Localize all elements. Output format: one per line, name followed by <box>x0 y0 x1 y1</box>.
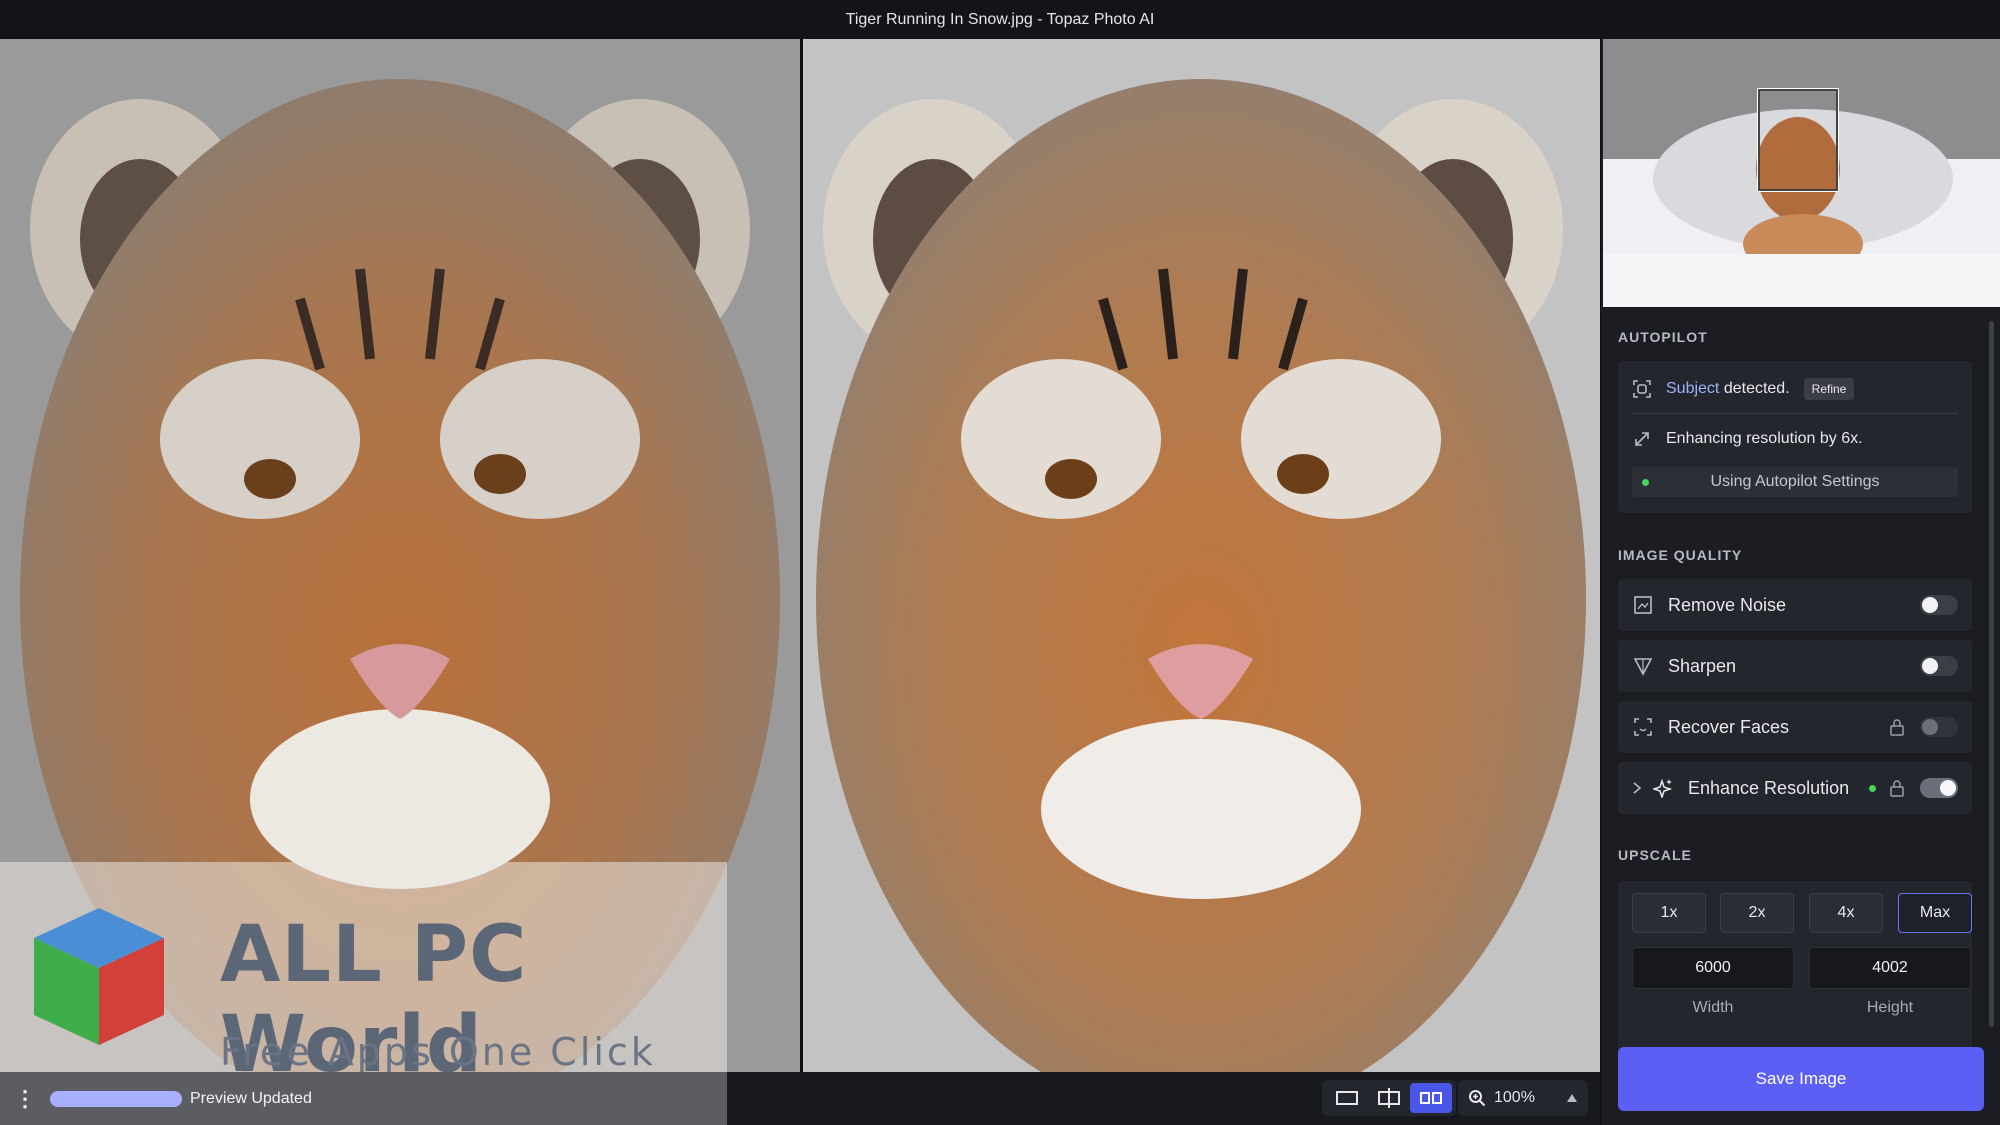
upscale-max-button[interactable]: Max <box>1898 893 1972 933</box>
split-view-button[interactable] <box>1368 1083 1410 1113</box>
autopilot-card: Subject detected. Refine Enhancing resol… <box>1618 361 1972 513</box>
upscale-1x-button[interactable]: 1x <box>1632 893 1706 933</box>
navigator-thumbnail[interactable] <box>1603 39 2000 307</box>
width-label: Width <box>1692 999 1734 1016</box>
recover-faces-toggle[interactable] <box>1920 717 1958 737</box>
navigator-viewport-frame[interactable] <box>1758 89 1838 191</box>
sharpen-toggle[interactable] <box>1920 656 1958 676</box>
single-view-button[interactable] <box>1326 1083 1368 1113</box>
autopilot-settings-label: Using Autopilot Settings <box>1710 473 1880 490</box>
remove-noise-toggle[interactable] <box>1920 595 1958 615</box>
enhancing-text: Enhancing resolution by 6x. <box>1666 430 1863 447</box>
zoom-icon <box>1469 1090 1486 1107</box>
sidebar-scrollbar[interactable] <box>1989 321 1994 1027</box>
height-input[interactable]: 4002 <box>1809 947 1971 989</box>
status-area: ⋮ Preview Updated <box>0 1072 727 1125</box>
face-scan-icon <box>1632 716 1654 738</box>
enhance-resolution-label: Enhance Resolution <box>1688 777 1850 798</box>
remove-noise-row[interactable]: Remove Noise <box>1618 579 1972 631</box>
autopilot-divider <box>1632 413 1958 414</box>
detected-text: detected. <box>1719 380 1790 397</box>
processed-tiger-image <box>803 39 1600 1072</box>
enhancing-row: Enhancing resolution by 6x. <box>1632 425 1863 453</box>
right-sidebar: AUTOPILOT Subject detected. Refine Enhan… <box>1600 39 2000 1125</box>
subject-detected-row: Subject detected. Refine <box>1632 375 1855 403</box>
image-quality-heading: IMAGE QUALITY <box>1618 547 1743 563</box>
upscale-card: 1x 2x 4x Max 6000 4002 Width Height <box>1618 881 1972 1069</box>
height-label: Height <box>1866 999 1914 1016</box>
refine-button[interactable]: Refine <box>1803 378 1855 400</box>
processed-image-pane[interactable] <box>803 39 1600 1072</box>
single-view-icon <box>1336 1091 1358 1105</box>
sharpen-icon <box>1632 655 1654 677</box>
side-by-side-view-button[interactable] <box>1410 1083 1452 1113</box>
autopilot-active-dot <box>1642 479 1649 486</box>
upscale-heading: UPSCALE <box>1618 847 1692 863</box>
bottom-toolbar: ⋮ Preview Updated 100% <box>0 1072 1600 1125</box>
side-by-side-view-icon <box>1420 1092 1442 1104</box>
watermark-cube-logo-icon <box>34 908 164 1045</box>
sparkle-icon <box>1652 777 1674 799</box>
enhance-resolution-row[interactable]: Enhance Resolution <box>1618 762 1972 814</box>
enhance-active-dot <box>1869 784 1876 792</box>
preview-status-text: Preview Updated <box>190 1089 312 1107</box>
enhance-resolution-toggle[interactable] <box>1920 778 1958 798</box>
zoom-control[interactable]: 100% <box>1458 1080 1588 1116</box>
chevron-right-icon[interactable] <box>1632 781 1642 795</box>
title-bar: Tiger Running In Snow.jpg - Topaz Photo … <box>0 0 2000 39</box>
sharpen-label: Sharpen <box>1668 655 1737 676</box>
subject-link[interactable]: Subject <box>1666 380 1719 398</box>
split-view-icon <box>1378 1088 1400 1108</box>
lock-icon <box>1890 719 1904 736</box>
width-input[interactable]: 6000 <box>1632 947 1794 989</box>
zoom-dropdown-icon[interactable] <box>1566 1093 1578 1103</box>
autopilot-heading: AUTOPILOT <box>1618 329 1708 345</box>
zoom-level: 100% <box>1494 1089 1535 1106</box>
subject-detect-icon <box>1633 380 1651 398</box>
upscale-2x-button[interactable]: 2x <box>1720 893 1794 933</box>
recover-faces-row[interactable]: Recover Faces <box>1618 701 1972 753</box>
view-mode-group <box>1322 1080 1456 1116</box>
remove-noise-label: Remove Noise <box>1668 594 1787 615</box>
lock-icon <box>1890 780 1904 797</box>
expand-arrows-icon <box>1635 432 1649 446</box>
recover-faces-label: Recover Faces <box>1668 716 1790 737</box>
noise-icon <box>1632 594 1654 616</box>
window-title: Tiger Running In Snow.jpg - Topaz Photo … <box>845 10 1155 28</box>
preview-progress-bar <box>50 1090 182 1107</box>
more-options-icon[interactable]: ⋮ <box>0 1072 50 1125</box>
upscale-4x-button[interactable]: 4x <box>1809 893 1883 933</box>
watermark-overlay: ALL PC World Free Apps One Click Away <box>0 862 727 1118</box>
upscale-options: 1x 2x 4x Max <box>1632 893 1972 933</box>
autopilot-settings-button[interactable]: Using Autopilot Settings <box>1632 467 1958 497</box>
sharpen-row[interactable]: Sharpen <box>1618 640 1972 692</box>
save-image-button[interactable]: Save Image <box>1618 1047 1984 1111</box>
